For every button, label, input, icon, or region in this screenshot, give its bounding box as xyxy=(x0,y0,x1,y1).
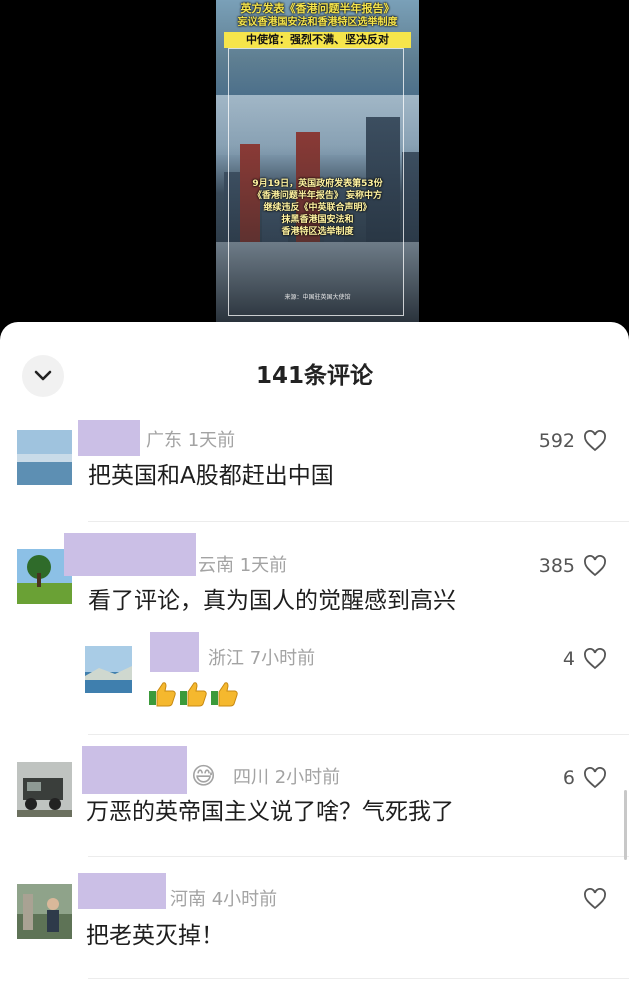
heart-icon xyxy=(584,430,606,452)
thumbs-up-icon xyxy=(180,681,207,706)
comment-text: 👍👍👍 xyxy=(148,678,241,708)
avatar[interactable] xyxy=(17,762,72,817)
comment-meta: 河南 4小时前 xyxy=(170,889,278,910)
comment-item[interactable]: 河南 4小时前 把老英灭掉！ xyxy=(0,864,629,974)
like-button[interactable]: 385 xyxy=(539,554,607,578)
comment-text: 把老英灭掉！ xyxy=(86,923,224,949)
comment-item[interactable]: 云南 1天前 看了评论，真为国人的觉醒感到高兴 385 xyxy=(0,530,629,623)
redacted-username xyxy=(78,873,166,909)
divider xyxy=(88,734,629,735)
video-subheadline: 妄议香港国安法和香港特区选举制度 xyxy=(237,17,398,28)
comment-meta: 广东 1天前 xyxy=(146,430,236,451)
like-count: 4 xyxy=(562,648,575,670)
grinning-sweat-emoji: 😅 xyxy=(191,762,217,790)
heart-icon xyxy=(584,555,606,577)
avatar[interactable] xyxy=(85,646,132,693)
heart-icon xyxy=(584,648,606,670)
avatar[interactable] xyxy=(17,884,72,939)
comment-text: 看了评论，真为国人的觉醒感到高兴 xyxy=(88,588,456,614)
redacted-username xyxy=(150,632,199,672)
comments-title: 141条评论 xyxy=(255,363,373,389)
like-button[interactable]: 592 xyxy=(539,429,607,453)
comment-meta: 云南 1天前 xyxy=(198,555,288,576)
redacted-username xyxy=(64,533,196,576)
heart-icon xyxy=(584,888,606,910)
like-count: 6 xyxy=(562,767,575,789)
reply-item[interactable]: 浙江 7小时前 👍👍👍 4 xyxy=(0,630,629,725)
like-count: 385 xyxy=(538,555,575,577)
like-button[interactable] xyxy=(575,888,607,910)
video-player[interactable]: 英方发表《香港问题半年报告》 妄议香港国安法和香港特区选举制度 中使馆：强烈不满… xyxy=(0,0,629,330)
like-count: 592 xyxy=(538,430,575,452)
comments-sheet: 141条评论 广东 1天前 把英国和A股都赶出中国 592 云南 1天前 看了评… xyxy=(0,322,629,998)
video-frame-border xyxy=(228,48,404,316)
comment-meta: 浙江 7小时前 xyxy=(208,648,316,669)
comment-text: 把英国和A股都赶出中国 xyxy=(88,463,334,489)
video-headline: 英方发表《香港问题半年报告》 xyxy=(240,2,395,15)
scrollbar[interactable] xyxy=(624,790,627,860)
divider xyxy=(88,978,629,979)
comment-item[interactable]: 😅 四川 2小时前 万恶的英帝国主义说了啥？气死我了 6 xyxy=(0,742,629,852)
divider xyxy=(88,521,629,522)
avatar[interactable] xyxy=(17,430,72,485)
thumbs-up-icon xyxy=(211,681,238,706)
like-button[interactable]: 4 xyxy=(563,647,607,671)
redacted-username xyxy=(82,746,187,794)
video-banner: 中使馆：强烈不满、坚决反对 xyxy=(224,32,411,48)
comment-text: 万恶的英帝国主义说了啥？气死我了 xyxy=(86,799,454,825)
heart-icon xyxy=(584,767,606,789)
comment-item[interactable]: 广东 1天前 把英国和A股都赶出中国 592 xyxy=(0,418,629,523)
redacted-username xyxy=(78,420,140,456)
thumbs-up-icon xyxy=(149,681,176,706)
like-button[interactable]: 6 xyxy=(563,766,607,790)
comment-meta: 四川 2小时前 xyxy=(233,767,341,788)
divider xyxy=(88,856,629,857)
